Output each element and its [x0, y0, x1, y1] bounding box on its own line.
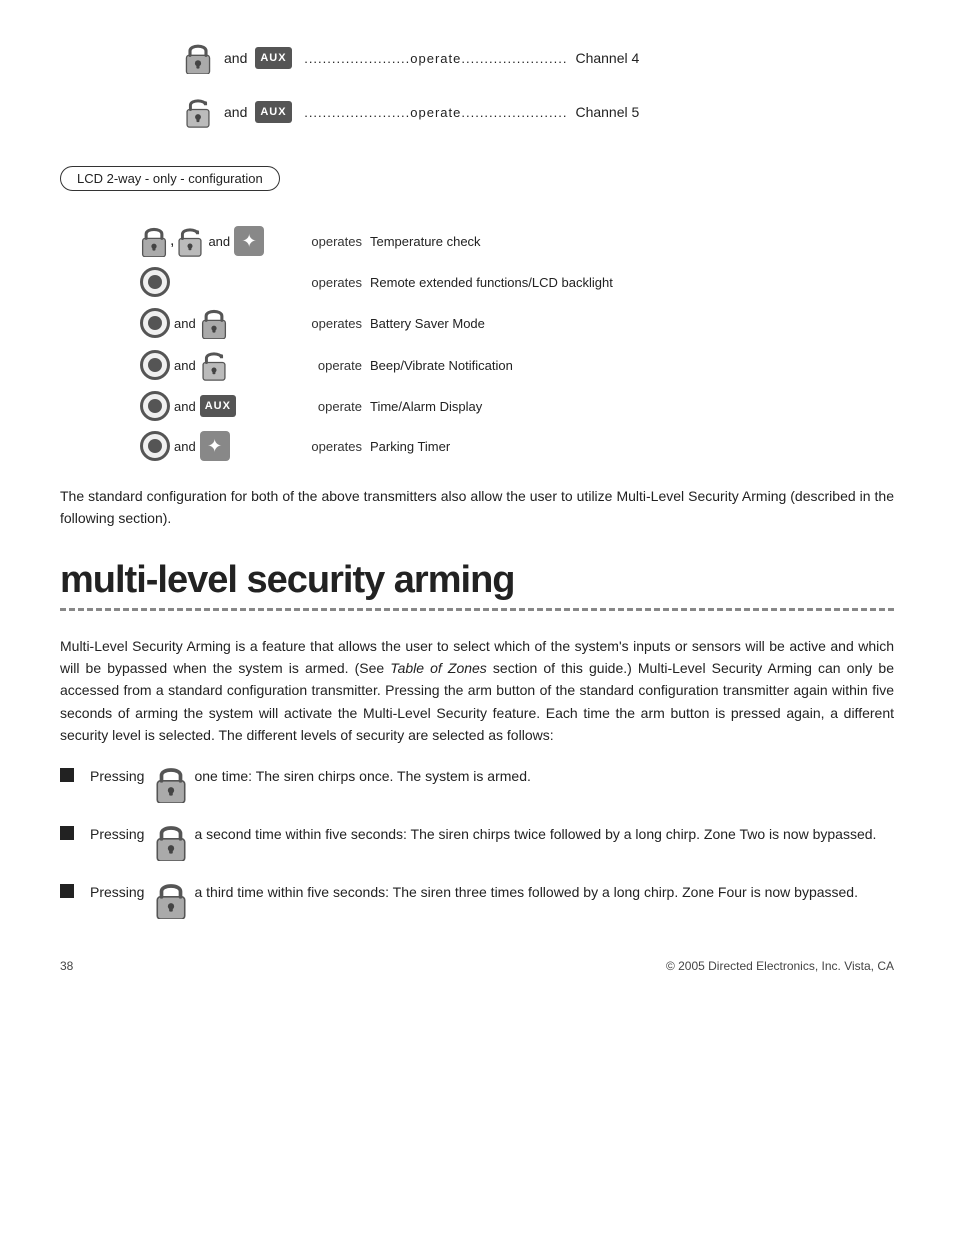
operates-r6: operates [300, 439, 370, 454]
lcd-icons-6: and ✦ [140, 431, 300, 461]
lcd-config-label: LCD 2-way - only - configuration [60, 166, 280, 191]
lcd-row-6: and ✦ operates Parking Timer [60, 431, 894, 461]
lock-unlocked-icon [180, 94, 216, 130]
channel5-row: and AUX .......................operate..… [180, 94, 894, 130]
bullet-square-1 [60, 768, 74, 782]
pressing-label-2: Pressing [90, 823, 144, 845]
function-r4: Beep/Vibrate Notification [370, 358, 513, 373]
lcd-row-1: , and ✦ operates Temperature check [60, 225, 894, 257]
pressing-label-1: Pressing [90, 765, 144, 787]
lcd-icons-5: and AUX [140, 391, 300, 421]
circle-btn-r6 [140, 431, 170, 461]
pressing-label-3: Pressing [90, 881, 144, 903]
bullet-list: Pressing one time: The siren chirps once… [60, 765, 894, 919]
and-r6: and [174, 439, 196, 454]
lock-inline-3 [154, 881, 188, 919]
and-r1: and [208, 234, 230, 249]
page-number: 38 [60, 959, 73, 973]
lock-inline-1 [154, 765, 188, 803]
function-r1: Temperature check [370, 234, 481, 249]
lock-unlocked-icon-r1 [176, 225, 204, 257]
and-text-ch4: and [224, 50, 247, 66]
bullet-content-3: Pressing a third time within five second… [90, 881, 894, 919]
copyright: © 2005 Directed Electronics, Inc. Vista,… [666, 959, 894, 973]
lock-inline-2 [154, 823, 188, 861]
lock-locked-icon-r1 [140, 225, 168, 257]
channel5-label: Channel 5 [575, 104, 639, 120]
lcd-row-2: operates Remote extended functions/LCD b… [60, 267, 894, 297]
lock-bullet-2 [154, 823, 188, 861]
bullet-item-1: Pressing one time: The siren chirps once… [60, 765, 894, 803]
bullet-square-2 [60, 826, 74, 840]
circle-btn-r4 [140, 350, 170, 380]
operates-r3: operates [300, 316, 370, 331]
aux-button-ch5: AUX [255, 101, 291, 123]
lcd-row-4: and operate Beep/Vibrate Notification [60, 349, 894, 381]
star-btn-r6: ✦ [200, 431, 230, 461]
dots-ch4: .......................operate..........… [300, 51, 568, 66]
bullet-square-3 [60, 884, 74, 898]
lock-locked-icon-r3 [200, 307, 228, 339]
and-r4: and [174, 358, 196, 373]
lcd-icons-1: , and ✦ [140, 225, 300, 257]
icon-comma-r1: , [170, 232, 174, 250]
body-paragraph: Multi-Level Security Arming is a feature… [60, 635, 894, 747]
and-r5: and [174, 399, 196, 414]
lcd-icons-2 [140, 267, 300, 297]
circle-btn-r3 [140, 308, 170, 338]
star-btn-r1: ✦ [234, 226, 264, 256]
aux-button-ch4: AUX [255, 47, 291, 69]
operates-r5: operate [300, 399, 370, 414]
bullet-content-2: Pressing a second time within five secon… [90, 823, 894, 861]
lock-unlocked-icon-r4 [200, 349, 228, 381]
and-r3: and [174, 316, 196, 331]
bullet-content-1: Pressing one time: The siren chirps once… [90, 765, 894, 803]
and-text-ch5: and [224, 104, 247, 120]
function-r5: Time/Alarm Display [370, 399, 482, 414]
section-heading: multi-level security arming [60, 560, 894, 611]
dots-ch5: .......................operate..........… [300, 105, 568, 120]
operates-r4: operate [300, 358, 370, 373]
channel4-label: Channel 4 [575, 50, 639, 66]
channel4-row: and AUX .......................operate..… [180, 40, 894, 76]
bullet-item-2: Pressing a second time within five secon… [60, 823, 894, 861]
lcd-row-3: and operates Battery Saver Mode [60, 307, 894, 339]
lcd-icons-3: and [140, 307, 300, 339]
bullet-text-1: one time: The siren chirps once. The sys… [194, 765, 530, 787]
function-r3: Battery Saver Mode [370, 316, 485, 331]
lock-bullet-3 [154, 881, 188, 919]
circle-btn-r5 [140, 391, 170, 421]
footer: 38 © 2005 Directed Electronics, Inc. Vis… [60, 959, 894, 973]
lcd-icons-4: and [140, 349, 300, 381]
standard-config-paragraph: The standard configuration for both of t… [60, 485, 894, 530]
function-r6: Parking Timer [370, 439, 450, 454]
bullet-text-3: a third time within five seconds: The si… [194, 881, 858, 903]
lock-bullet-1 [154, 765, 188, 803]
bullet-item-3: Pressing a third time within five second… [60, 881, 894, 919]
circle-btn-r2 [140, 267, 170, 297]
lcd-row-5: and AUX operate Time/Alarm Display [60, 391, 894, 421]
lock-locked-icon [180, 40, 216, 76]
operates-r2: operates [300, 275, 370, 290]
lcd-section: , and ✦ operates Temperature check opera… [60, 225, 894, 461]
operates-r1: operates [300, 234, 370, 249]
aux-btn-r5: AUX [200, 395, 236, 417]
bullet-text-2: a second time within five seconds: The s… [194, 823, 876, 845]
function-r2: Remote extended functions/LCD backlight [370, 275, 613, 290]
